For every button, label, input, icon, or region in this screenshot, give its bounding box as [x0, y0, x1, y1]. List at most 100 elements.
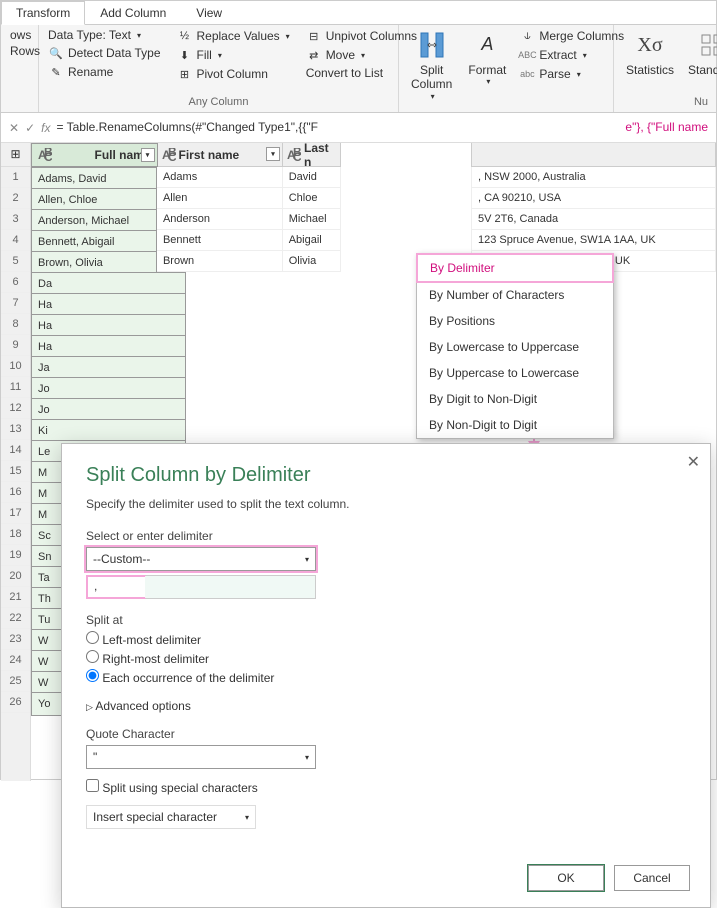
row-number[interactable]: 15: [1, 461, 30, 482]
row-number[interactable]: 18: [1, 524, 30, 545]
ok-button[interactable]: OK: [528, 865, 604, 891]
cancel-icon[interactable]: ✕: [9, 121, 19, 135]
text-type-icon: ABC: [162, 148, 176, 162]
merge-columns-button[interactable]: ⫝Merge Columns: [516, 27, 627, 45]
extract-icon: ABC: [519, 47, 535, 63]
row-number[interactable]: 11: [1, 377, 30, 398]
row-number[interactable]: 21: [1, 587, 30, 608]
detect-icon: 🔍: [48, 45, 64, 61]
row-number[interactable]: 17: [1, 503, 30, 524]
row-number[interactable]: 9: [1, 335, 30, 356]
row-number[interactable]: 6: [1, 272, 30, 293]
move-icon: ⇄: [306, 47, 322, 63]
split-column-button[interactable]: Split Column▾: [405, 27, 458, 103]
replace-icon: ½: [177, 28, 193, 44]
row-number[interactable]: 24: [1, 650, 30, 671]
replace-values-button[interactable]: ½Replace Values▾: [174, 27, 293, 45]
data-type-button[interactable]: Data Type: Text▾: [45, 27, 164, 43]
chevron-down-icon: ▾: [583, 51, 587, 60]
filter-icon[interactable]: ▾: [141, 148, 155, 162]
row-number[interactable]: 20: [1, 566, 30, 587]
row-number[interactable]: 13: [1, 419, 30, 440]
column-headers: ABC Full name ▾ ABC First name ▾ ABC Las…: [31, 143, 716, 167]
format-button[interactable]: A Format▾: [462, 27, 512, 89]
table-row[interactable]: Adams, DavidAdamsDavid, NSW 2000, Austra…: [31, 167, 716, 188]
column-header-last-name[interactable]: ABC Last n: [283, 143, 341, 167]
delimiter-input[interactable]: ,: [86, 575, 316, 599]
rename-button[interactable]: ✎Rename: [45, 63, 164, 81]
row-number[interactable]: 12: [1, 398, 30, 419]
radio-left-most[interactable]: Left-most delimiter: [86, 631, 686, 647]
row-number[interactable]: 7: [1, 293, 30, 314]
row-number[interactable]: 3: [1, 209, 30, 230]
cell-last-name: Olivia: [283, 251, 341, 272]
fill-button[interactable]: ⬇Fill▾: [174, 46, 293, 64]
chevron-down-icon: ▾: [137, 31, 141, 40]
rows-button[interactable]: Rows: [7, 43, 32, 59]
rename-icon: ✎: [48, 64, 64, 80]
format-icon: A: [471, 29, 503, 61]
tab-transform[interactable]: Transform: [1, 1, 85, 25]
parse-button[interactable]: abcParse▾: [516, 65, 627, 83]
svg-text:C: C: [293, 150, 301, 162]
row-number[interactable]: 1: [1, 167, 30, 188]
delimiter-select[interactable]: --Custom--▾: [86, 547, 316, 571]
close-icon[interactable]: ✕: [687, 452, 700, 472]
detect-data-type-button[interactable]: 🔍Detect Data Type: [45, 44, 164, 62]
column-header-address[interactable]: [471, 143, 716, 167]
tab-view[interactable]: View: [181, 1, 237, 24]
pivot-icon: ⊞: [177, 66, 193, 82]
radio-each-occurrence[interactable]: Each occurrence of the delimiter: [86, 669, 686, 685]
fill-icon: ⬇: [177, 47, 193, 63]
row-number[interactable]: 2: [1, 188, 30, 209]
row-number[interactable]: 14: [1, 440, 30, 461]
advanced-options-toggle[interactable]: Advanced options: [86, 699, 686, 713]
table-row[interactable]: Bennett, AbigailBennettAbigail123 Spruce…: [31, 230, 716, 251]
row-number[interactable]: 19: [1, 545, 30, 566]
standard-button[interactable]: Standard: [682, 27, 717, 79]
extract-button[interactable]: ABCExtract▾: [516, 46, 627, 64]
pivot-column-button[interactable]: ⊞Pivot Column: [174, 65, 293, 83]
special-characters-checkbox[interactable]: Split using special characters: [86, 779, 686, 795]
chevron-down-icon: ▾: [218, 51, 222, 60]
chevron-down-icon: ▾: [305, 555, 309, 564]
menu-by-number-of-characters[interactable]: By Number of Characters: [417, 282, 613, 308]
column-header-first-name[interactable]: ABC First name ▾: [158, 143, 283, 167]
formula-text[interactable]: = Table.RenameColumns(#"Changed Type1",{…: [56, 120, 318, 135]
radio-right-most[interactable]: Right-most delimiter: [86, 650, 686, 666]
table-row[interactable]: Allen, ChloeAllenChloe, CA 90210, USA: [31, 188, 716, 209]
cell-address: , CA 90210, USA: [471, 188, 716, 209]
filter-icon[interactable]: ▾: [266, 147, 280, 161]
row-number[interactable]: 25: [1, 671, 30, 692]
split-column-icon: [416, 29, 448, 61]
cell-last-name: Chloe: [283, 188, 341, 209]
quote-character-label: Quote Character: [86, 727, 686, 741]
menu-by-positions[interactable]: By Positions: [417, 308, 613, 334]
accept-icon[interactable]: ✓: [25, 121, 35, 135]
row-number[interactable]: 8: [1, 314, 30, 335]
table-icon[interactable]: ⊞: [1, 143, 30, 167]
menu-by-delimiter[interactable]: By Delimiter: [416, 253, 614, 283]
split-at-label: Split at: [86, 613, 686, 627]
row-number[interactable]: 10: [1, 356, 30, 377]
row-number[interactable]: 4: [1, 230, 30, 251]
row-number[interactable]: 5: [1, 251, 30, 272]
statistics-button[interactable]: Χσ Statistics: [620, 27, 680, 79]
menu-by-digit-to-non-digit[interactable]: By Digit to Non-Digit: [417, 386, 613, 412]
use-first-row-button[interactable]: ows: [7, 27, 32, 43]
menu-by-lowercase-to-uppercase[interactable]: By Lowercase to Uppercase: [417, 334, 613, 360]
column-header-full-name[interactable]: ABC Full name ▾: [31, 143, 158, 167]
row-number[interactable]: 16: [1, 482, 30, 503]
menu-by-uppercase-to-lowercase[interactable]: By Uppercase to Lowercase: [417, 360, 613, 386]
row-number[interactable]: 22: [1, 608, 30, 629]
quote-character-select[interactable]: "▾: [86, 745, 316, 769]
chevron-down-icon: ▾: [577, 70, 581, 79]
row-number[interactable]: 23: [1, 629, 30, 650]
tab-add-column[interactable]: Add Column: [85, 1, 181, 24]
parse-icon: abc: [519, 66, 535, 82]
table-row[interactable]: Anderson, MichaelAndersonMichael5V 2T6, …: [31, 209, 716, 230]
menu-by-non-digit-to-digit[interactable]: By Non-Digit to Digit: [417, 412, 613, 438]
group-label-number: Nu: [620, 94, 708, 110]
cancel-button[interactable]: Cancel: [614, 865, 690, 891]
row-number[interactable]: 26: [1, 692, 30, 713]
